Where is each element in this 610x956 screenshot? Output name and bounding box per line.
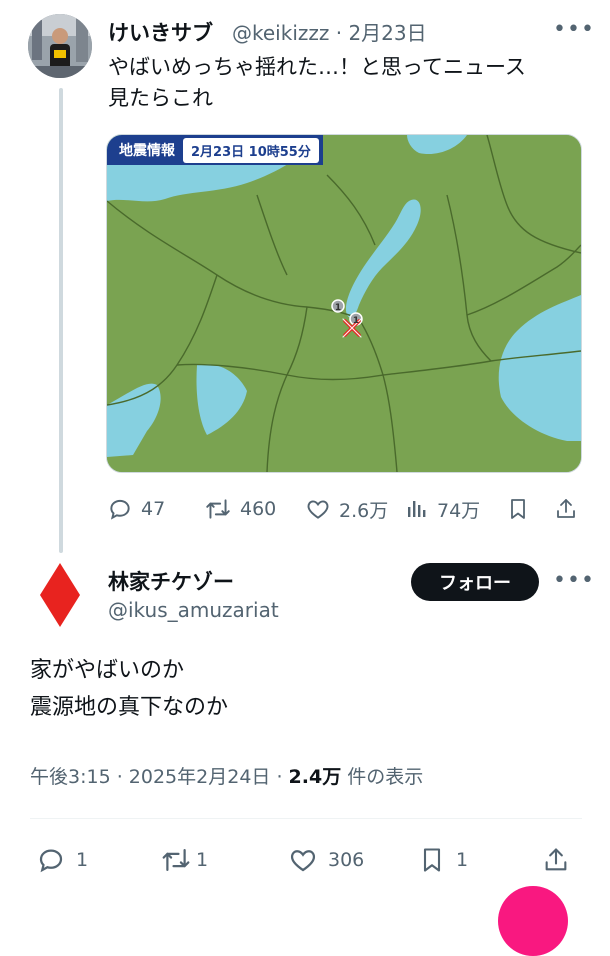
retweet-icon: [204, 496, 232, 522]
quake-info-badge: 地震情報 2月23日 10時55分: [107, 135, 323, 165]
reply-author-handle[interactable]: @ikus_amuzariat: [108, 598, 279, 622]
reply-count: 47: [141, 498, 166, 520]
tweet-text-line: 見たらこれ: [108, 86, 213, 110]
reply-author-name[interactable]: 林家チケゾー: [108, 566, 234, 596]
like-icon: [305, 496, 331, 522]
reply-text-line: 震源地の真下なのか: [30, 695, 229, 720]
more-icon[interactable]: •••: [553, 568, 595, 593]
reply-count: 1: [76, 849, 89, 871]
follow-button[interactable]: フォロー: [411, 563, 539, 601]
share-button[interactable]: [542, 845, 570, 875]
views-icon: [405, 496, 429, 522]
meta-separator: ·: [335, 21, 343, 45]
views-count: 74万: [437, 499, 481, 522]
earthquake-map-image[interactable]: 1 1 地震情報 2月23日 10時55分: [106, 134, 582, 473]
tweet-text-line: やばいめっちゃ揺れた…！と思ってニュース: [108, 55, 526, 79]
map-marker-2: 1: [353, 316, 359, 326]
reply-action[interactable]: 1: [36, 845, 88, 875]
like-action[interactable]: 306: [288, 845, 364, 875]
author-name[interactable]: けいきサブ: [108, 17, 213, 47]
author-meta[interactable]: @keikizzz · 2月23日: [232, 17, 427, 46]
avatar-keikizzz[interactable]: [28, 14, 92, 78]
share-button[interactable]: [554, 495, 578, 523]
reply-icon: [36, 845, 66, 875]
retweet-count: 1: [196, 849, 209, 871]
bookmark-button[interactable]: [506, 495, 530, 523]
retweet-action[interactable]: 460: [204, 495, 276, 523]
bookmark-icon: [418, 845, 446, 875]
compose-fab[interactable]: [498, 886, 568, 956]
views-action[interactable]: 74万: [405, 495, 480, 523]
like-icon: [288, 845, 318, 875]
bookmark-icon: [506, 496, 530, 522]
author-handle[interactable]: @keikizzz: [232, 21, 329, 45]
share-icon: [554, 496, 578, 522]
share-icon: [542, 845, 570, 875]
reply-text-line: 家がやばいのか: [30, 658, 185, 683]
post-time[interactable]: 午後3:15 · 2025年2月24日 ·: [30, 766, 289, 788]
reply-action[interactable]: 47: [107, 495, 165, 523]
retweet-action[interactable]: 1: [160, 845, 208, 875]
bookmark-count: 1: [456, 849, 469, 871]
like-count: 2.6万: [339, 499, 389, 522]
like-count: 306: [328, 849, 365, 871]
tweet-date[interactable]: 2月23日: [348, 21, 426, 45]
retweet-count: 460: [240, 498, 277, 520]
quake-info-time: 2月23日 10時55分: [183, 137, 319, 163]
red-diamond-avatar[interactable]: [40, 563, 80, 631]
like-action[interactable]: 2.6万: [305, 495, 388, 523]
bookmark-action[interactable]: 1: [418, 845, 468, 875]
quake-info-tag: 地震情報: [119, 143, 175, 159]
map-marker-1: 1: [335, 303, 341, 313]
thread-line: [59, 88, 63, 553]
reply-icon: [107, 496, 133, 522]
tweet-text: やばいめっちゃ揺れた…！と思ってニュース 見たらこれ: [108, 52, 578, 114]
more-icon[interactable]: •••: [553, 17, 595, 42]
view-count: 2.4万: [288, 766, 342, 788]
view-label: 件の表示: [341, 766, 424, 788]
divider: [30, 818, 582, 819]
retweet-icon: [160, 845, 192, 875]
post-meta: 午後3:15 · 2025年2月24日 · 2.4万 件の表示: [30, 762, 423, 789]
reply-text: 家がやばいのか 震源地の真下なのか: [30, 652, 228, 726]
